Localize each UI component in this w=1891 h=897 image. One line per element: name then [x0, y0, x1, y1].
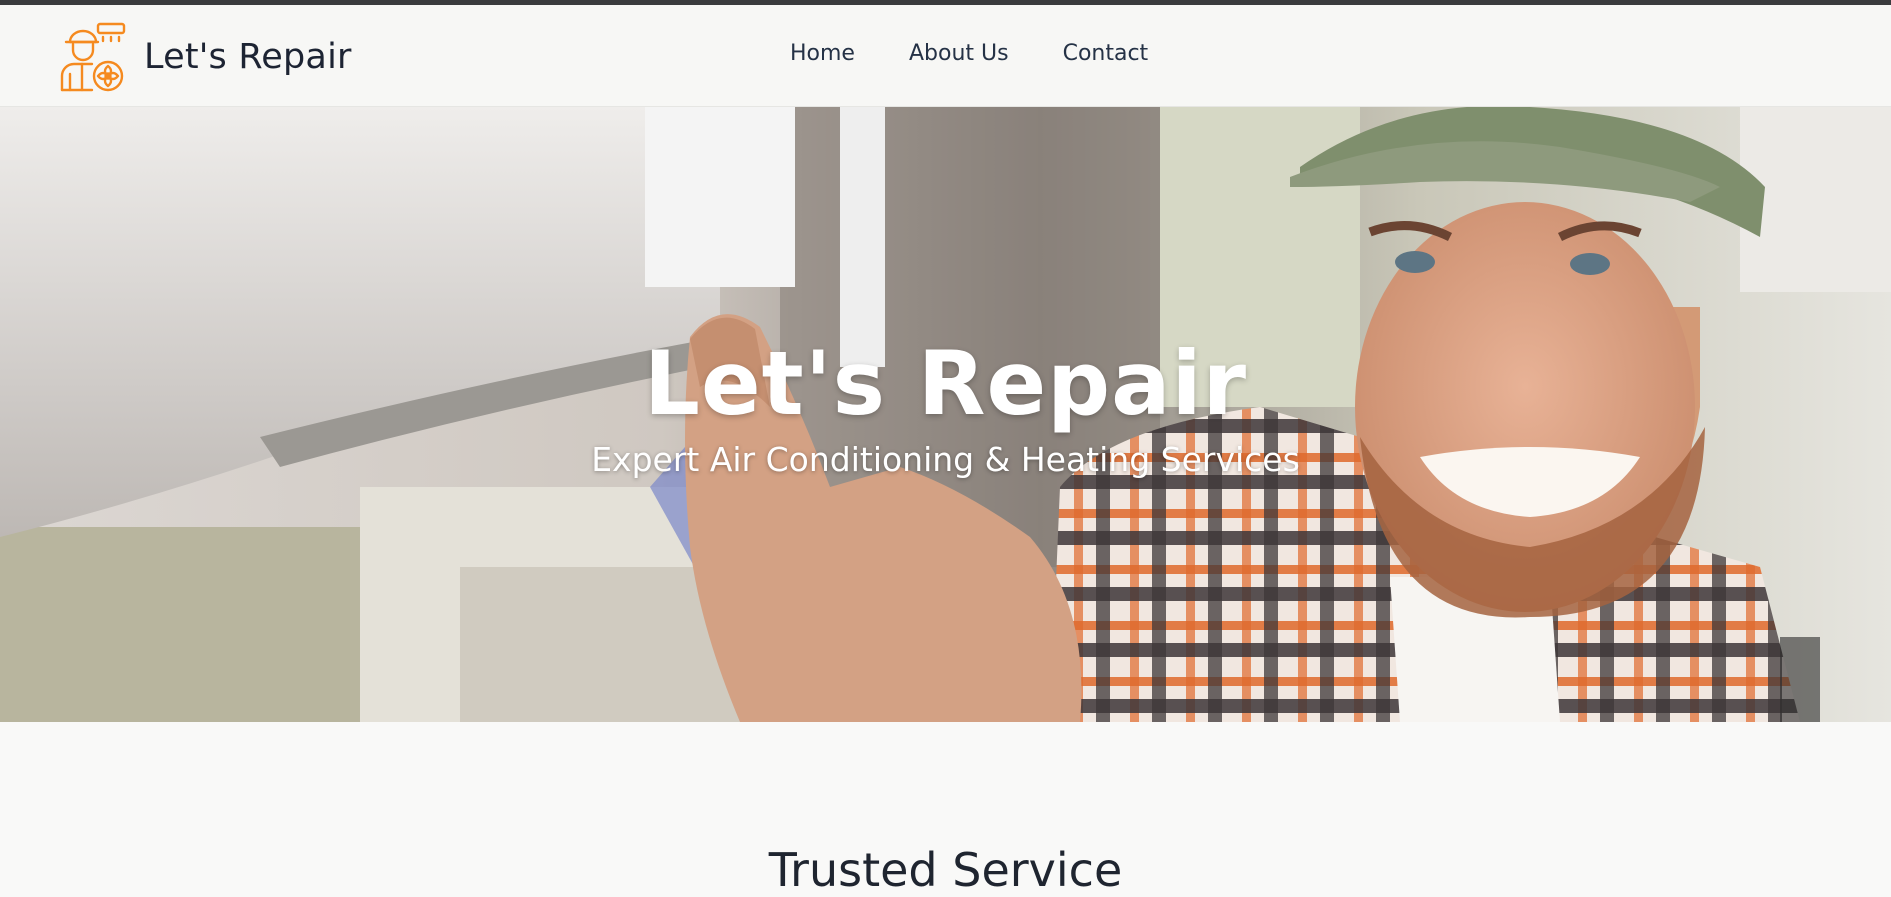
technician-with-fan-icon — [60, 22, 126, 92]
nav-home[interactable]: Home — [790, 41, 855, 66]
main-nav: Home About Us Contact — [790, 41, 1148, 66]
hero-subtitle: Expert Air Conditioning & Heating Servic… — [591, 440, 1300, 479]
brand-link[interactable]: Let's Repair — [58, 21, 352, 93]
nav-contact[interactable]: Contact — [1063, 41, 1149, 66]
brand-name: Let's Repair — [144, 37, 352, 77]
hero-banner: Let's Repair Expert Air Conditioning & H… — [0, 107, 1891, 722]
nav-about-us[interactable]: About Us — [909, 41, 1009, 66]
hero-title: Let's Repair — [643, 332, 1248, 435]
section-title: Trusted Service — [768, 843, 1123, 897]
navbar: Let's Repair Home About Us Contact — [0, 5, 1891, 107]
